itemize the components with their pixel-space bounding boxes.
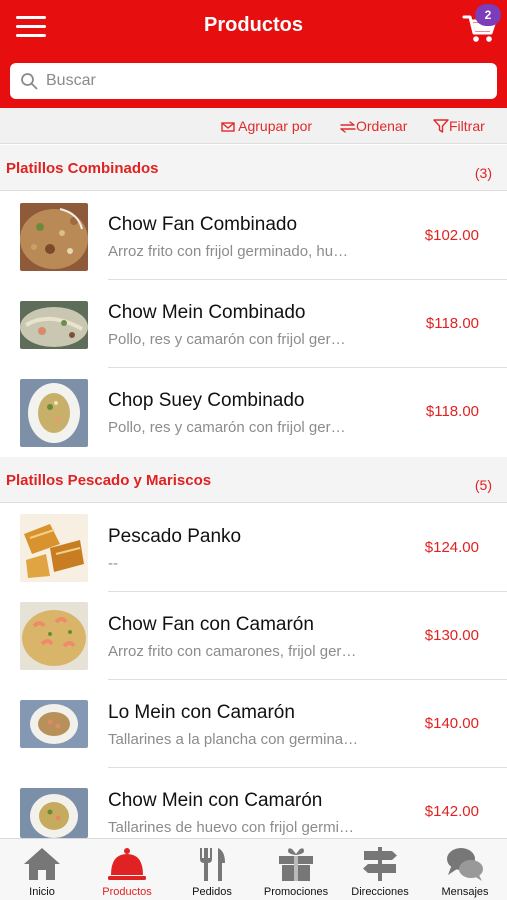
product-price: $130.00 bbox=[424, 627, 479, 644]
product-name: Chow Mein con Camarón bbox=[108, 790, 323, 811]
nav-item-inicio[interactable]: Inicio bbox=[0, 839, 84, 900]
nav-label: Direcciones bbox=[351, 886, 409, 898]
search-box bbox=[10, 63, 497, 99]
product-name: Lo Mein con Camarón bbox=[108, 702, 295, 723]
page-title: Productos bbox=[204, 14, 303, 36]
product-description: Tallarines de huevo con frijol germi… bbox=[108, 819, 354, 836]
section-header: Platillos Pescado y Mariscos (5) bbox=[0, 457, 507, 503]
product-price: $140.00 bbox=[424, 715, 479, 732]
search-input[interactable] bbox=[46, 67, 476, 95]
product-price: $118.00 bbox=[425, 315, 479, 332]
product-description: Tallarines a la plancha con germina… bbox=[108, 731, 359, 748]
product-description: Arroz frito con frijol germinado, hu… bbox=[108, 243, 349, 260]
nav-label: Pedidos bbox=[192, 886, 232, 898]
product-item[interactable]: Chow Fan con Camarón Arroz frito con cam… bbox=[0, 592, 507, 680]
product-image bbox=[20, 602, 88, 670]
product-name: Pescado Panko bbox=[108, 526, 242, 547]
filter-button[interactable]: Filtrar bbox=[433, 118, 485, 134]
bottom-nav: Inicio Productos Pedidos Promociones Dir… bbox=[0, 838, 507, 900]
nav-item-productos[interactable]: Productos bbox=[85, 839, 169, 900]
nav-label: Productos bbox=[102, 886, 152, 898]
product-image bbox=[20, 379, 88, 447]
product-price: $102.00 bbox=[424, 227, 479, 244]
home-icon bbox=[24, 848, 60, 880]
sort-label: Ordenar bbox=[356, 118, 408, 134]
cloche-icon bbox=[108, 848, 146, 880]
section-title: Platillos Pescado y Mariscos bbox=[6, 472, 212, 489]
nav-label: Promociones bbox=[263, 886, 329, 898]
product-description: Pollo, res y camarón con frijol ger… bbox=[108, 419, 346, 436]
product-name: Chow Fan con Camarón bbox=[108, 614, 314, 635]
envelope-icon bbox=[221, 122, 235, 132]
nav-label: Inicio bbox=[29, 886, 55, 898]
funnel-icon bbox=[433, 119, 449, 133]
search-bar bbox=[0, 56, 507, 108]
chat-bubbles-icon bbox=[447, 848, 483, 881]
group-by-label: Agrupar por bbox=[238, 118, 313, 134]
section-count: (5) bbox=[474, 477, 492, 493]
signpost-icon bbox=[363, 847, 397, 881]
product-price: $124.00 bbox=[424, 539, 479, 556]
product-description: Pollo, res y camarón con frijol ger… bbox=[108, 331, 346, 348]
product-image bbox=[20, 301, 88, 349]
product-name: Chop Suey Combinado bbox=[108, 390, 305, 411]
app-header: Productos 2 bbox=[0, 0, 507, 56]
product-image bbox=[20, 700, 88, 748]
sort-button[interactable]: Ordenar bbox=[340, 118, 407, 134]
product-item[interactable]: Lo Mein con Camarón Tallarines a la plan… bbox=[0, 680, 507, 768]
fork-knife-icon bbox=[200, 848, 225, 881]
section-header: Platillos Combinados (3) bbox=[0, 145, 507, 191]
nav-item-mensajes[interactable]: Mensajes bbox=[423, 839, 507, 900]
product-item[interactable]: Chow Mein Combinado Pollo, res y camarón… bbox=[0, 280, 507, 368]
cart-count-badge: 2 bbox=[475, 4, 501, 26]
product-name: Chow Fan Combinado bbox=[108, 214, 298, 235]
product-price: $118.00 bbox=[425, 403, 479, 420]
product-item[interactable]: Pescado Panko -- $124.00 bbox=[0, 504, 507, 592]
nav-item-pedidos[interactable]: Pedidos bbox=[170, 839, 254, 900]
product-image bbox=[20, 514, 88, 582]
filter-label: Filtrar bbox=[449, 118, 485, 134]
nav-item-direcciones[interactable]: Direcciones bbox=[338, 839, 422, 900]
product-description: Arroz frito con camarones, frijol ger… bbox=[108, 643, 357, 660]
section-count: (3) bbox=[474, 165, 492, 181]
section-title: Platillos Combinados bbox=[6, 160, 159, 177]
group-by-button[interactable]: Agrupar por bbox=[221, 118, 312, 134]
list-toolbar: Agrupar por Ordenar Filtrar bbox=[0, 108, 507, 144]
product-price: $142.00 bbox=[424, 803, 479, 820]
swap-arrows-icon bbox=[340, 121, 356, 133]
app-screen: Productos 2 Agrupar por bbox=[0, 0, 507, 900]
nav-item-promociones[interactable]: Promociones bbox=[254, 839, 338, 900]
search-icon bbox=[21, 73, 38, 90]
product-image bbox=[20, 788, 88, 838]
product-image bbox=[20, 203, 88, 271]
product-item[interactable]: Chow Fan Combinado Arroz frito con frijo… bbox=[0, 192, 507, 280]
product-item[interactable]: Chop Suey Combinado Pollo, res y camarón… bbox=[0, 368, 507, 456]
product-description: -- bbox=[108, 555, 118, 572]
nav-label: Mensajes bbox=[441, 886, 489, 898]
gift-icon bbox=[279, 848, 313, 881]
product-name: Chow Mein Combinado bbox=[108, 302, 306, 323]
